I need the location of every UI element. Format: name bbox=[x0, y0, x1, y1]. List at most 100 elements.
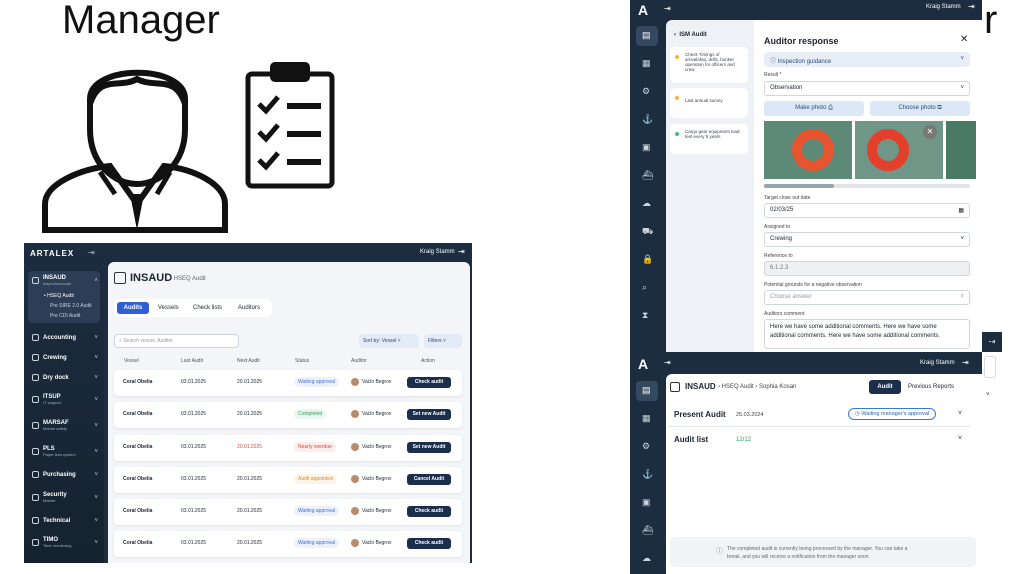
table-row[interactable]: Coral Obelia 03.01.2025 20.01.2025 Waiting … bbox=[114, 499, 462, 525]
hourglass-nav-icon[interactable]: ⧗ bbox=[642, 310, 648, 321]
action-button[interactable]: Set new Audit bbox=[407, 442, 451, 453]
user-name[interactable]: Kraig Stamm bbox=[420, 249, 455, 255]
sort-dropdown[interactable]: Sort by: Vessel ˅ bbox=[359, 334, 419, 348]
tab-audits[interactable]: Audits bbox=[117, 302, 149, 314]
sidebar-item-accounting[interactable]: Accounting ˅ bbox=[32, 334, 98, 341]
crewing-nav-icon[interactable]: ⚙ bbox=[642, 86, 650, 97]
sidebar-item-itsup[interactable]: ITSUP IT support ˅ bbox=[32, 394, 98, 405]
vessel-name: Coral Obelia bbox=[123, 444, 153, 450]
result-select[interactable]: Observation ˅ bbox=[764, 81, 970, 96]
status-badge: Waiting approval bbox=[294, 538, 340, 548]
target-date-input[interactable]: 02/03/25 ▦ bbox=[764, 203, 970, 218]
action-button[interactable]: Check audit bbox=[407, 538, 451, 549]
crewing-nav-icon[interactable]: ⚙ bbox=[642, 441, 650, 452]
logout-icon[interactable]: ⇥ bbox=[962, 358, 969, 367]
marsaf-nav-icon[interactable]: ⛴ bbox=[642, 525, 653, 536]
photo-thumbnail[interactable] bbox=[946, 121, 976, 179]
sidebar-subitem-precdi[interactable]: Pre CDI Audit bbox=[50, 313, 80, 319]
sidebar-item-drydock[interactable]: Dry dock ˅ bbox=[32, 374, 98, 381]
itsup-nav-icon[interactable]: ▣ bbox=[642, 497, 651, 508]
choose-photo-button[interactable]: Choose photo ⧉ bbox=[870, 101, 970, 116]
remove-photo-icon[interactable]: ✕ bbox=[923, 125, 937, 139]
chevron-down-icon: ˅ bbox=[94, 448, 98, 455]
tab-auditors[interactable]: Auditors bbox=[238, 305, 260, 311]
assigned-select[interactable]: Crewing ˅ bbox=[764, 232, 970, 247]
checklist-item[interactable]: Cargo gear equipment load test every 5 y… bbox=[670, 124, 748, 154]
photo-scrollbar[interactable] bbox=[764, 184, 970, 188]
collapse-sidebar-icon[interactable]: ⇥ bbox=[88, 248, 95, 257]
anchor-nav-icon[interactable]: ⚓ bbox=[642, 114, 653, 125]
user-name[interactable]: Kraig Stamm bbox=[920, 360, 955, 366]
page-title: INSAUD bbox=[685, 382, 716, 391]
brand-logo-a: A bbox=[638, 356, 649, 372]
slide-title-fragment: r bbox=[984, 0, 998, 42]
action-button[interactable]: Check audit bbox=[407, 506, 451, 517]
checklist-item[interactable]: Last annual survey bbox=[670, 88, 748, 118]
audit-nav-icon[interactable]: ▤ bbox=[642, 385, 651, 396]
table-row[interactable]: Coral Obelia 03.01.2025 20.01.2025 Complete… bbox=[114, 402, 462, 428]
cart-nav-icon[interactable]: ⛟ bbox=[642, 226, 653, 238]
tab-audit[interactable]: Audit bbox=[869, 380, 901, 394]
avatar bbox=[351, 378, 359, 386]
table-row[interactable]: Coral Obelia 03.01.2025 20.01.2025 Nearly o… bbox=[114, 435, 462, 461]
avatar bbox=[351, 475, 359, 483]
sidebar-item-marsaf[interactable]: MARSAF Marine safety ˅ bbox=[32, 420, 98, 431]
collapse-sidebar-icon[interactable]: ⇥ bbox=[664, 358, 671, 367]
audit-list-row[interactable] bbox=[668, 430, 970, 452]
tab-checklists[interactable]: Check lists bbox=[193, 305, 222, 311]
logout-icon[interactable]: ⇥ bbox=[968, 2, 975, 11]
audit-nav-icon[interactable]: ▤ bbox=[642, 30, 651, 41]
last-audit-date: 03.01.2025 bbox=[181, 379, 207, 385]
action-button[interactable]: Check audit bbox=[407, 377, 451, 388]
sidebar-item-timo[interactable]: TIMO Time monitoring ˅ bbox=[32, 537, 98, 548]
present-audit-date: 25.03.2024 bbox=[736, 412, 764, 418]
search-nav-icon[interactable]: ⌕ bbox=[642, 282, 647, 293]
sidebar-item-insaud[interactable]: INSAUD Inspection/audit ˄ bbox=[32, 275, 98, 286]
status-badge: Audit appointed bbox=[294, 474, 337, 484]
accounting-nav-icon[interactable]: ▦ bbox=[642, 413, 651, 424]
tab-vessels[interactable]: Vessels bbox=[158, 305, 179, 311]
make-photo-button[interactable]: Make photo ⎙ bbox=[764, 101, 864, 116]
marsaf-nav-icon[interactable]: ⛴ bbox=[642, 170, 653, 181]
action-button[interactable]: Cancel Audit bbox=[407, 474, 451, 485]
search-input[interactable]: ⌕ Search vessel, Auditor bbox=[114, 334, 239, 348]
grounds-select[interactable]: Choose answer ˅ bbox=[764, 290, 970, 305]
collapse-sidebar-icon[interactable]: ⇥ bbox=[664, 4, 671, 13]
next-audit-date: 20.01.2025 bbox=[237, 508, 263, 514]
vessel-name: Coral Obelia bbox=[123, 540, 153, 546]
table-row[interactable]: Coral Obelia 03.01.2025 20.01.2025 Waiting … bbox=[114, 531, 462, 557]
comment-textarea[interactable]: Here we have some additional comments. H… bbox=[764, 319, 970, 349]
chevron-down-icon: ˅ bbox=[960, 56, 964, 62]
sidebar-item-security[interactable]: Security Market ˅ bbox=[32, 492, 98, 503]
lock-nav-icon[interactable]: 🔒 bbox=[642, 254, 653, 265]
sidebar-item-technical[interactable]: Technical ˅ bbox=[32, 517, 98, 524]
anchor-nav-icon[interactable]: ⚓ bbox=[642, 469, 653, 480]
sidebar-subitem-hseq[interactable]: • HSEQ Audit bbox=[44, 293, 74, 299]
vessel-name: Coral Obelia bbox=[123, 379, 153, 385]
action-button[interactable]: Set new Audit bbox=[407, 409, 451, 420]
user-name[interactable]: Kraig Stamm bbox=[926, 4, 961, 10]
inspection-guidance-dropdown[interactable]: ⓘ Inspection guidance ˅ bbox=[764, 52, 970, 67]
photo-thumbnail[interactable]: ✕ bbox=[855, 121, 943, 179]
chevron-down-icon[interactable]: ˅ bbox=[958, 435, 962, 442]
itsup-nav-icon[interactable]: ▣ bbox=[642, 142, 651, 153]
chevron-down-icon: ˅ bbox=[94, 374, 98, 381]
sidebar-subitem-presire[interactable]: Pre SIRE 2.0 Audit bbox=[50, 303, 92, 309]
checklist-item[interactable]: Check Timings of arrival/dep, drills, bu… bbox=[670, 47, 748, 83]
logout-icon[interactable]: ⇥ bbox=[458, 247, 465, 256]
logout-icon[interactable]: ⇥ bbox=[987, 336, 994, 345]
photo-thumbnail[interactable] bbox=[764, 121, 852, 179]
sidebar-item-crewing[interactable]: Crewing ˅ bbox=[32, 354, 98, 361]
close-icon[interactable]: ✕ bbox=[960, 34, 968, 45]
cloud-nav-icon[interactable]: ☁ bbox=[642, 198, 651, 209]
filters-button[interactable]: Filters ˅ bbox=[424, 334, 462, 348]
cloud-nav-icon[interactable]: ☁ bbox=[642, 553, 651, 564]
tab-previous-reports[interactable]: Previous Reports bbox=[908, 384, 954, 390]
table-row[interactable]: Coral Obelia 03.01.2025 20.01.2025 Waiting … bbox=[114, 370, 462, 396]
chevron-down-icon[interactable]: ˅ bbox=[958, 410, 962, 417]
accounting-nav-icon[interactable]: ▦ bbox=[642, 58, 651, 69]
status-badge: Waiting approval bbox=[294, 506, 340, 516]
sidebar-item-pls[interactable]: PLS Paper less system ˅ bbox=[32, 446, 98, 457]
sidebar-item-purchasing[interactable]: Purchasing ˅ bbox=[32, 471, 98, 478]
table-row[interactable]: Coral Obelia 03.01.2025 20.01.2025 Audit ap… bbox=[114, 467, 462, 493]
